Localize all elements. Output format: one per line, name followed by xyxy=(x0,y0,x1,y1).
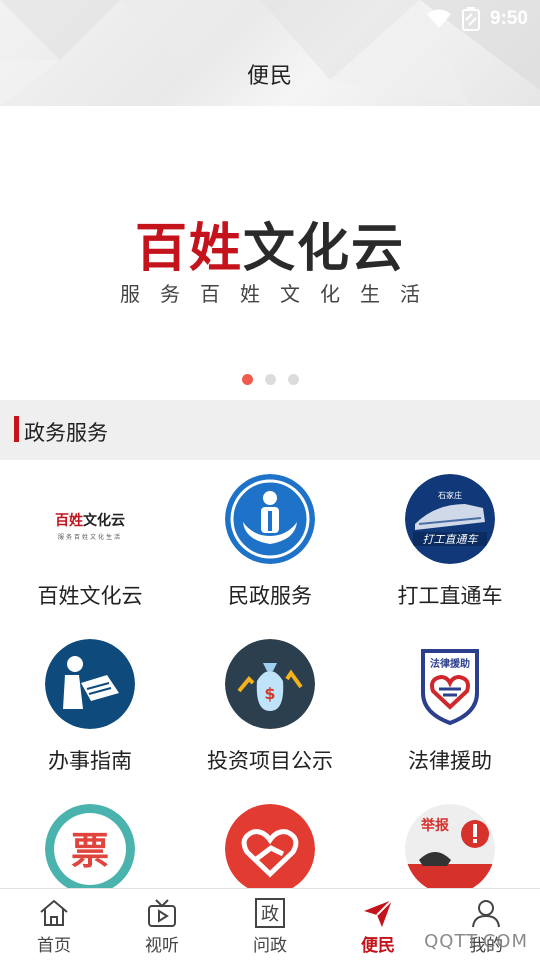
banner-title: 百姓文化云 xyxy=(0,206,540,281)
status-bar: 9:50 xyxy=(0,0,540,40)
section-accent-bar xyxy=(14,416,19,442)
logo-text: 票 xyxy=(71,829,109,873)
nav-item-home[interactable]: 首页 xyxy=(0,889,108,960)
status-time: 9:50 xyxy=(489,8,528,29)
banner-subtitle: 服务百姓文化生活 xyxy=(120,282,440,306)
logo-text: 法律援助 xyxy=(430,657,470,670)
guide-reading-icon xyxy=(45,639,135,729)
service-label: 法律援助 xyxy=(408,749,492,773)
gov-icon: 政 xyxy=(255,898,285,928)
send-icon xyxy=(364,899,393,927)
service-item[interactable]: $ 投资项目公示 xyxy=(180,625,360,790)
civil-affairs-icon xyxy=(225,474,315,564)
nav-label: 问政 xyxy=(253,936,287,956)
nav-item-video[interactable]: 视听 xyxy=(108,889,216,960)
service-item[interactable]: 法律援助 法律援助 xyxy=(360,625,540,790)
nav-item-convenience[interactable]: 便民 xyxy=(324,889,432,960)
carousel-dot[interactable] xyxy=(241,374,253,385)
nav-label: 首页 xyxy=(37,936,71,956)
carousel-dot[interactable] xyxy=(287,374,299,385)
home-icon xyxy=(40,899,68,926)
svg-text:$: $ xyxy=(264,684,275,703)
banner-title-red: 百姓 xyxy=(134,219,243,279)
baixing-culture-cloud-logo: 百姓文化云 服务百姓文化生活 xyxy=(45,474,135,564)
watermark: QQTT.COM xyxy=(424,931,528,952)
user-icon xyxy=(472,900,500,928)
page-title: 便民 xyxy=(246,64,293,89)
logo-text: 举报 xyxy=(420,817,449,834)
logo-text-dark: 文化云 xyxy=(83,513,125,529)
gov-glyph: 政 xyxy=(261,904,279,925)
investment-moneybag-icon: $ xyxy=(225,639,315,729)
service-item[interactable]: 举报 xyxy=(360,790,540,888)
nav-label: 视听 xyxy=(145,936,179,956)
service-item[interactable]: 百姓文化云 服务百姓文化生活 百姓文化云 xyxy=(0,460,180,625)
carousel-dot[interactable] xyxy=(264,374,276,385)
logo-top-text: 石家庄 xyxy=(438,490,462,500)
logo-text: 打工直通车 xyxy=(423,533,480,546)
carousel-indicator xyxy=(0,374,540,385)
banner-title-dark: 文化云 xyxy=(243,219,406,279)
service-item[interactable] xyxy=(180,790,360,888)
wifi-icon xyxy=(426,9,451,28)
worker-train-icon: 石家庄 打工直通车 xyxy=(405,474,495,564)
banner-carousel[interactable]: 百姓文化云 服务百姓文化生活 xyxy=(0,106,540,400)
legal-aid-icon: 法律援助 xyxy=(405,639,495,729)
service-item[interactable]: 票 xyxy=(0,790,180,888)
top-header: 9:50 便民 xyxy=(0,0,540,106)
logo-text-red: 百姓 xyxy=(55,513,83,529)
service-item[interactable]: 石家庄 打工直通车 打工直通车 xyxy=(360,460,540,625)
helping-hands-icon xyxy=(225,804,315,888)
tv-icon xyxy=(148,899,176,927)
service-grid: 百姓文化云 服务百姓文化生活 百姓文化云 民政服务 石家庄 打工直通车 打工直通… xyxy=(0,460,540,888)
section-title: 政务服务 xyxy=(24,421,108,445)
service-label: 办事指南 xyxy=(48,749,132,773)
service-label: 打工直通车 xyxy=(397,584,503,608)
nav-item-gov[interactable]: 政 问政 xyxy=(216,889,324,960)
logo-subtext: 服务百姓文化生活 xyxy=(57,534,122,541)
service-label: 百姓文化云 xyxy=(37,584,143,608)
section-header: 政务服务 xyxy=(0,400,540,460)
service-label: 投资项目公示 xyxy=(207,749,333,773)
report-phone-icon: 举报 xyxy=(405,804,495,888)
service-item[interactable]: 民政服务 xyxy=(180,460,360,625)
nav-label: 便民 xyxy=(361,936,395,956)
service-label: 民政服务 xyxy=(228,584,312,608)
ticket-icon: 票 xyxy=(45,804,135,888)
service-item[interactable]: 办事指南 xyxy=(0,625,180,790)
battery-icon xyxy=(461,7,480,31)
bottom-nav: 首页 视听 政 问政 便民 我的 QQTT.COM xyxy=(0,888,540,960)
